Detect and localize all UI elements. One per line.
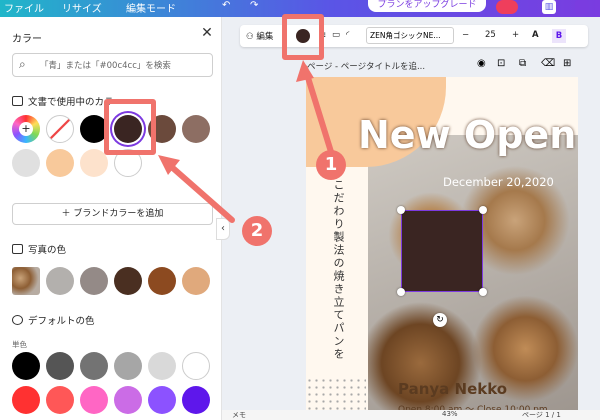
notes-button[interactable]: メモ [232, 410, 246, 420]
step-badge-1: 1 [316, 150, 346, 180]
arrow-line-2 [163, 159, 235, 223]
zoom-level[interactable]: 43% [442, 410, 458, 418]
annotation-arrows [158, 60, 335, 223]
bottom-status-bar: メモ 43% ページ 1 / 1 [222, 410, 600, 420]
page-counter[interactable]: ページ 1 / 1 [522, 410, 561, 420]
arrow-line-1 [302, 65, 335, 158]
step-badge-2: 2 [242, 216, 272, 246]
